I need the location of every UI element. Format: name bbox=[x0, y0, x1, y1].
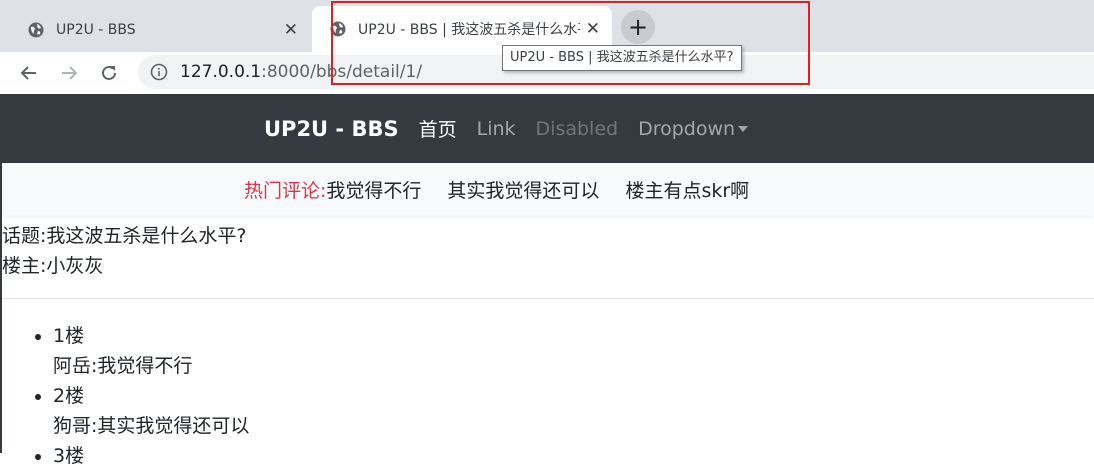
annotation-highlight-box bbox=[331, 1, 810, 85]
tab-title: UP2U - BBS bbox=[56, 22, 136, 38]
nav-link-home[interactable]: 首页 bbox=[419, 115, 457, 142]
hot-comment-item[interactable]: 楼主有点skr啊 bbox=[625, 176, 749, 203]
topic-owner: 楼主:小灰灰 bbox=[2, 255, 104, 277]
nav-link-disabled: Disabled bbox=[535, 117, 619, 140]
floor-list: 1楼 阿岳:我觉得不行 2楼 狗哥:其实我觉得还可以 3楼 bbox=[2, 321, 1094, 471]
hot-comment-item[interactable]: 我觉得不行 bbox=[326, 176, 421, 203]
site-navbar: UP2U - BBS 首页 Link Disabled Dropdown bbox=[2, 94, 1094, 163]
topic-info: 话题:我这波五杀是什么水平? 楼主:小灰灰 bbox=[2, 215, 1094, 281]
reload-icon bbox=[102, 65, 116, 80]
globe-icon bbox=[28, 22, 44, 38]
floor-number: 3楼 bbox=[53, 445, 85, 467]
hot-comments-label: 热门评论: bbox=[244, 179, 327, 202]
hot-comments-bar: 热门评论: 我觉得不行 其实我觉得还可以 楼主有点skr啊 bbox=[2, 163, 1094, 215]
nav-link-link[interactable]: Link bbox=[477, 118, 516, 140]
list-item: 1楼 阿岳:我觉得不行 bbox=[53, 321, 1094, 381]
navbar-brand[interactable]: UP2U - BBS bbox=[264, 117, 399, 141]
floor-content: 阿岳:我觉得不行 bbox=[53, 355, 193, 377]
back-button[interactable] bbox=[14, 58, 44, 88]
back-arrow-icon bbox=[20, 66, 36, 80]
list-item: 3楼 bbox=[53, 441, 1094, 471]
divider bbox=[2, 298, 1094, 299]
tab-1[interactable]: UP2U - BBS ✕ bbox=[10, 8, 310, 52]
nav-dropdown[interactable]: Dropdown bbox=[638, 117, 749, 140]
reload-button[interactable] bbox=[94, 58, 124, 88]
floor-number: 1楼 bbox=[53, 325, 85, 347]
page-content: UP2U - BBS 首页 Link Disabled Dropdown 热门评… bbox=[2, 94, 1094, 467]
floor-number: 2楼 bbox=[53, 385, 85, 407]
topic-title: 话题:我这波五杀是什么水平? bbox=[2, 225, 247, 247]
forward-arrow-icon bbox=[62, 66, 78, 80]
tab-close-icon[interactable]: ✕ bbox=[284, 20, 298, 40]
info-icon[interactable] bbox=[150, 63, 168, 81]
url-host: 127.0.0.1 bbox=[180, 62, 262, 82]
hot-comment-item[interactable]: 其实我觉得还可以 bbox=[447, 176, 599, 203]
nav-dropdown-label: Dropdown bbox=[638, 117, 736, 140]
forward-button[interactable] bbox=[54, 58, 84, 88]
floor-content: 狗哥:其实我觉得还可以 bbox=[53, 415, 250, 437]
caret-down-icon bbox=[738, 126, 749, 132]
list-item: 2楼 狗哥:其实我觉得还可以 bbox=[53, 381, 1094, 441]
